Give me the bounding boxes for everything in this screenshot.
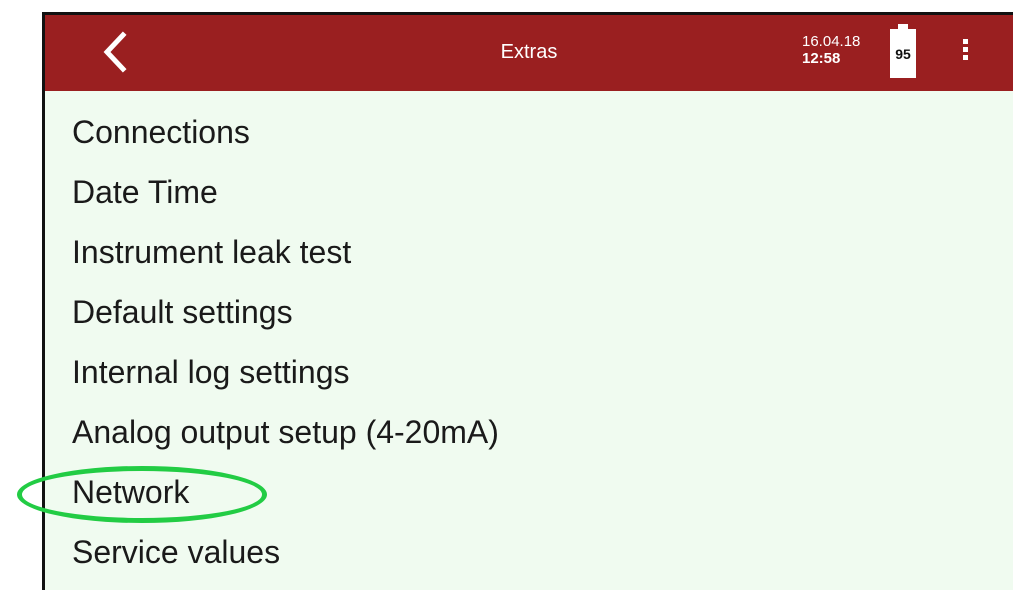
menu-item-network[interactable]: Network [45, 462, 1013, 522]
menu-item-analog-output-setup[interactable]: Analog output setup (4-20mA) [45, 402, 1013, 462]
menu-item-date-time[interactable]: Date Time [45, 162, 1013, 222]
menu-item-service-values[interactable]: Service values [45, 522, 1013, 582]
chevron-left-icon [103, 31, 127, 73]
battery-body: 95 [890, 29, 916, 78]
extras-menu-list: Connections Date Time Instrument leak te… [45, 102, 1013, 582]
app-bar: Extras 16.04.18 12:58 95 [45, 15, 1013, 91]
more-menu-button[interactable] [957, 39, 973, 69]
back-button[interactable] [95, 27, 139, 77]
battery-icon: 95 [890, 24, 916, 78]
time-text: 12:58 [802, 50, 841, 67]
menu-item-instrument-leak-test[interactable]: Instrument leak test [45, 222, 1013, 282]
menu-item-internal-log-settings[interactable]: Internal log settings [45, 342, 1013, 402]
device-screen: Extras 16.04.18 12:58 95 Connections Dat… [42, 12, 1013, 590]
datetime-display: 16.04.18 12:58 [802, 33, 860, 67]
menu-item-default-settings[interactable]: Default settings [45, 282, 1013, 342]
more-vertical-icon [962, 39, 968, 44]
battery-level: 95 [895, 46, 911, 62]
page-title: Extras [500, 41, 558, 63]
date-text: 16.04.18 [802, 33, 861, 50]
menu-item-connections[interactable]: Connections [45, 102, 1013, 162]
